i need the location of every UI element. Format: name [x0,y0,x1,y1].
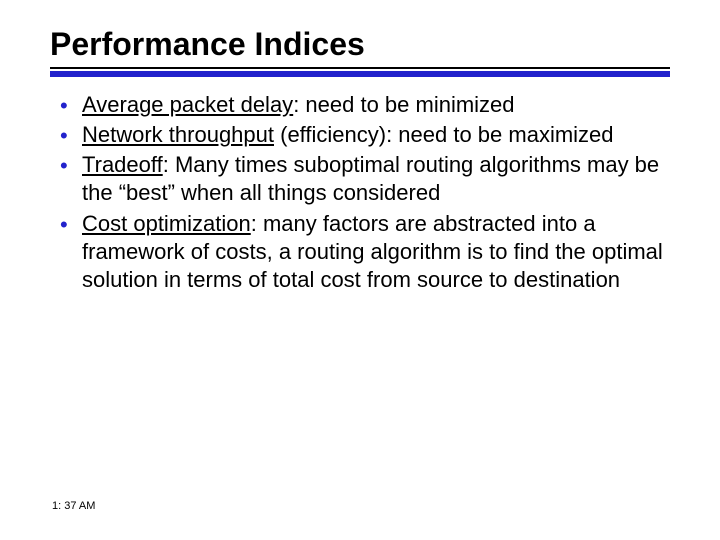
bullet-term: Network throughput [82,122,274,147]
bullet-term: Cost optimization [82,211,251,236]
divider-thick [50,71,670,77]
divider-thin [50,67,670,69]
bullet-text: (efficiency): need to be maximized [274,122,614,147]
bullet-term: Tradeoff [82,152,163,177]
list-item: • Cost optimization: many factors are ab… [56,210,670,294]
list-item: • Average packet delay: need to be minim… [56,91,670,119]
bullet-list: • Average packet delay: need to be minim… [50,91,670,294]
bullet-icon: • [60,211,68,239]
bullet-term: Average packet delay [82,92,293,117]
slide-title: Performance Indices [50,26,670,63]
slide: Performance Indices • Average packet del… [0,0,720,540]
bullet-text: : Many times suboptimal routing algorith… [82,152,659,205]
bullet-icon: • [60,122,68,150]
timestamp: 1: 37 AM [52,500,95,512]
bullet-icon: • [60,92,68,120]
list-item: • Tradeoff: Many times suboptimal routin… [56,151,670,207]
bullet-icon: • [60,152,68,180]
list-item: • Network throughput (efficiency): need … [56,121,670,149]
bullet-text: : need to be minimized [293,92,514,117]
